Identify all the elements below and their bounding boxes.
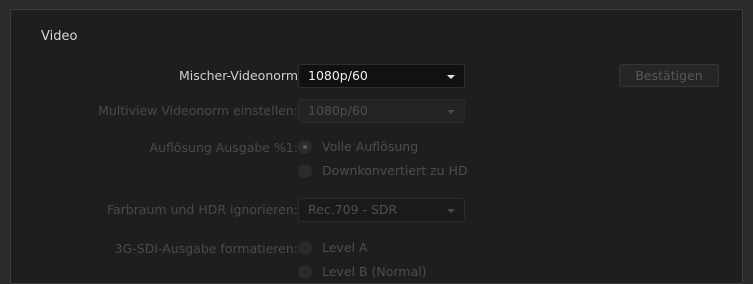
multiview-norm-label: Multiview Videonorm einstellen: — [98, 103, 298, 118]
multiview-norm-value: 1080p/60 — [308, 103, 368, 118]
output-resolution-label: Auflösung Ausgabe %1: — [149, 140, 298, 155]
mixer-videonorm-select[interactable]: 1080p/60 — [298, 64, 465, 88]
ignore-colorspace-select[interactable]: Rec.709 - SDR — [298, 198, 465, 222]
confirm-button[interactable]: Bestätigen — [619, 64, 719, 87]
radio-label: Downkonvertiert zu HD — [322, 163, 468, 178]
radio-label: Level A — [322, 240, 368, 255]
multiview-norm-select[interactable]: 1080p/60 — [298, 99, 465, 123]
radio-button-checked[interactable] — [298, 140, 312, 154]
radio-label: Level B (Normal) — [322, 264, 427, 279]
radio-button[interactable] — [298, 241, 312, 255]
mixer-videonorm-label: Mischer-Videonorm — [178, 68, 298, 83]
chevron-down-icon — [447, 110, 455, 114]
ignore-colorspace-label: Farbraum und HDR ignorieren: — [106, 202, 298, 217]
mixer-videonorm-value: 1080p/60 — [308, 68, 368, 83]
radio-label: Volle Auflösung — [322, 139, 419, 154]
ignore-colorspace-value: Rec.709 - SDR — [308, 202, 398, 217]
chevron-down-icon — [447, 209, 455, 213]
section-title: Video — [41, 29, 78, 44]
video-settings-panel: Video Mischer-Videonorm 1080p/60 Bestäti… — [10, 9, 743, 284]
chevron-down-icon — [447, 75, 455, 79]
radio-button[interactable] — [298, 265, 312, 279]
radio-button[interactable] — [298, 164, 312, 178]
sdi-format-label: 3G-SDI-Ausgabe formatieren: — [114, 241, 298, 256]
